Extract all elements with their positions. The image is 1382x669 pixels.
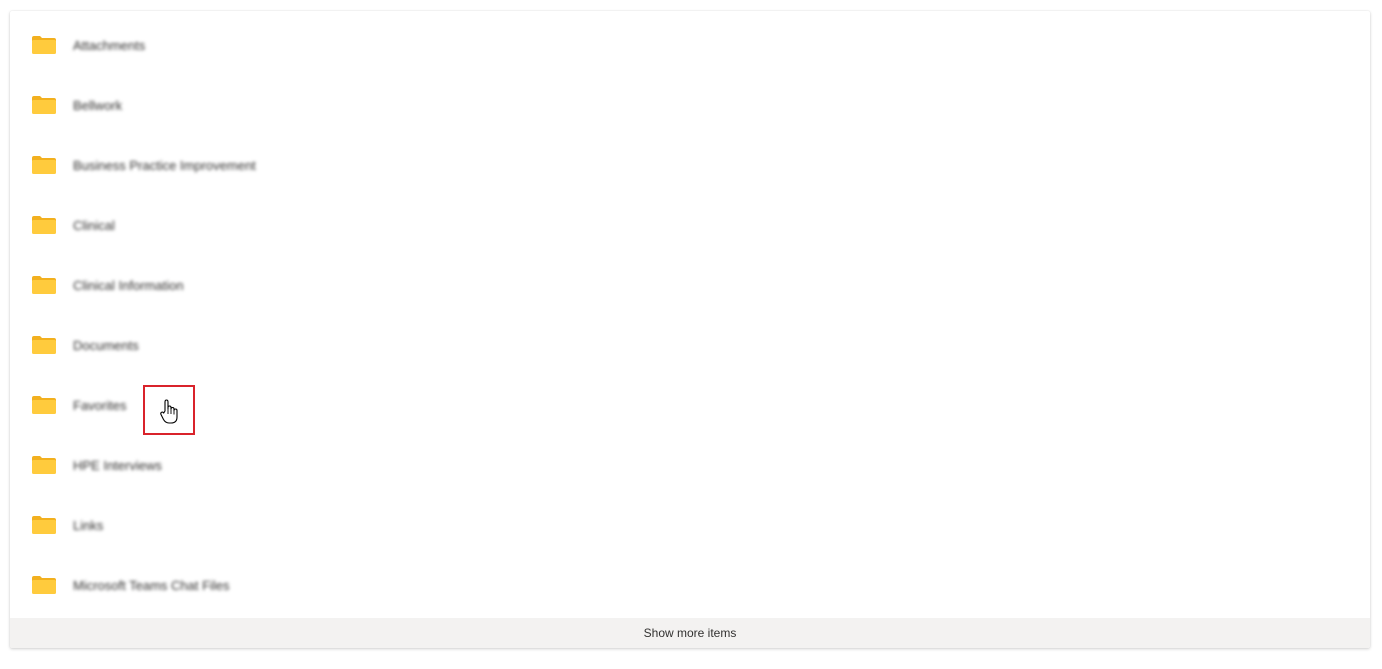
folder-name: HPE Interviews — [73, 457, 162, 473]
folder-icon — [32, 516, 56, 534]
folder-item[interactable]: Business Practice Improvement — [10, 135, 1370, 195]
folder-item[interactable]: Bellwork — [10, 75, 1370, 135]
folder-icon — [32, 36, 56, 54]
folder-icon — [32, 276, 56, 294]
folder-name: Business Practice Improvement — [73, 157, 256, 173]
folder-item[interactable]: Documents — [10, 315, 1370, 375]
folder-name: Clinical — [73, 217, 115, 233]
folder-item[interactable]: Links — [10, 495, 1370, 555]
folder-item[interactable]: Clinical Information — [10, 255, 1370, 315]
folder-icon — [32, 156, 56, 174]
folder-panel: Attachments Bellwork Business Practice I… — [10, 11, 1370, 648]
folder-item[interactable]: Favorites — [10, 375, 1370, 435]
folder-item[interactable]: HPE Interviews — [10, 435, 1370, 495]
folder-name: Favorites — [73, 397, 127, 413]
folder-name: Attachments — [73, 37, 146, 53]
folder-name: Links — [73, 517, 104, 533]
folder-item[interactable]: Microsoft Teams Chat Files — [10, 555, 1370, 615]
hand-pointer-icon — [160, 399, 178, 424]
folder-item[interactable]: Clinical — [10, 195, 1370, 255]
folder-name: Microsoft Teams Chat Files — [73, 577, 230, 593]
folder-icon — [32, 456, 56, 474]
folder-name: Documents — [73, 337, 139, 353]
folder-icon — [32, 396, 56, 414]
folder-name: Bellwork — [73, 97, 123, 113]
folder-list: Attachments Bellwork Business Practice I… — [10, 15, 1370, 615]
folder-icon — [32, 96, 56, 114]
folder-icon — [32, 576, 56, 594]
show-more-button[interactable]: Show more items — [10, 618, 1370, 648]
folder-name: Clinical Information — [73, 277, 184, 293]
folder-icon — [32, 216, 56, 234]
folder-icon — [32, 336, 56, 354]
folder-item[interactable]: Attachments — [10, 15, 1370, 75]
